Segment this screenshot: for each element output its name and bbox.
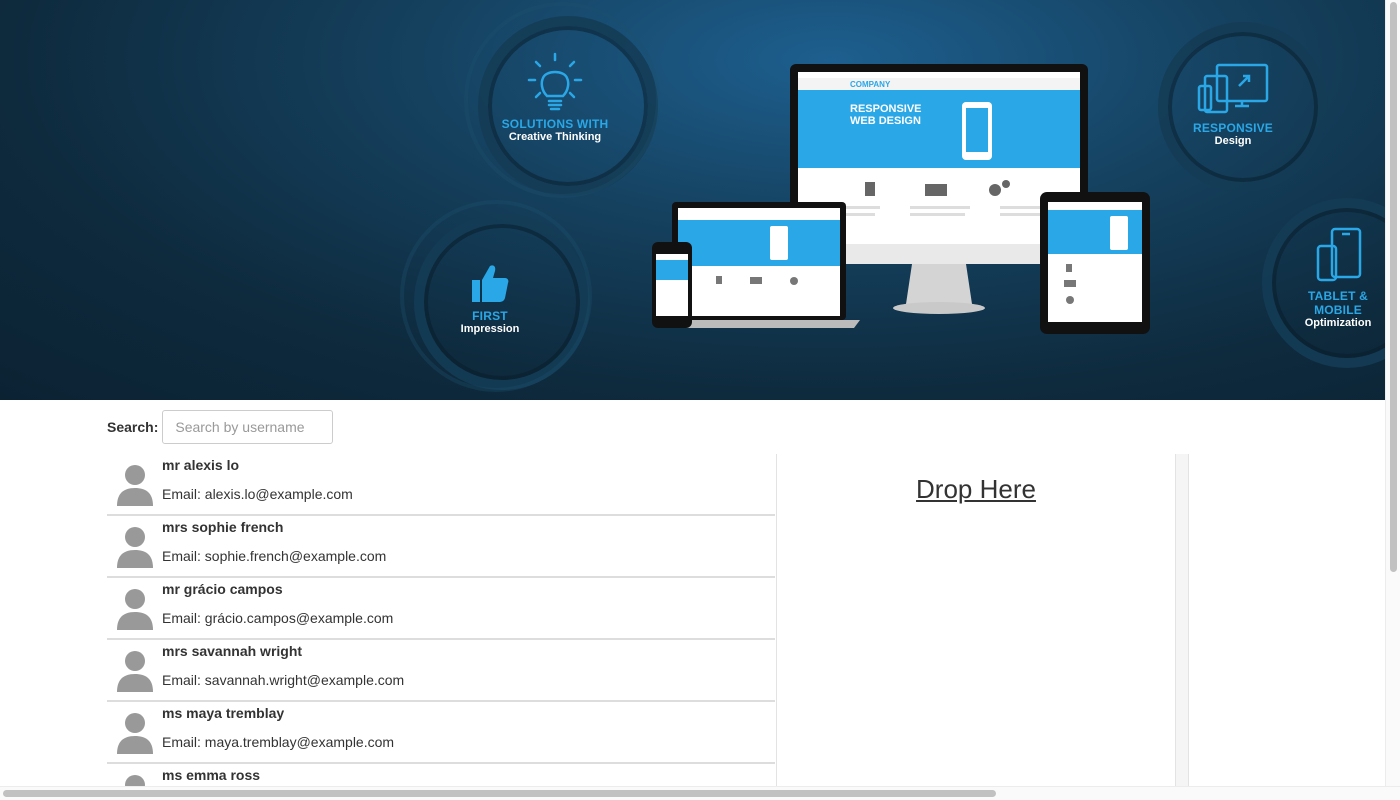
user-email: Email: sophie.french@example.com: [162, 548, 387, 564]
vertical-scrollbar-thumb[interactable]: [1390, 2, 1397, 572]
mockup-headline: WEB DESIGN: [850, 115, 921, 127]
user-email: Email: maya.tremblay@example.com: [162, 734, 395, 750]
feature-subtitle: Creative Thinking: [508, 131, 602, 143]
avatar: [117, 527, 153, 568]
list-item[interactable]: mrs sophie french Email: sophie.french@e…: [107, 516, 775, 578]
user-name: ms emma ross: [162, 767, 261, 783]
mockup-headline: RESPONSIVE: [850, 103, 922, 115]
avatar: [117, 651, 153, 692]
feature-title: TABLET & MOBILE: [1307, 289, 1369, 317]
feature-responsive-design: RESPONSIVE Design: [1183, 62, 1283, 147]
list-item[interactable]: mrs savannah wright Email: savannah.wrig…: [107, 640, 775, 702]
avatar: [117, 465, 153, 506]
feature-title: RESPONSIVE: [1192, 121, 1274, 135]
feature-title: SOLUTIONS WITH: [501, 117, 609, 131]
user-name: mrs sophie french: [162, 519, 284, 535]
avatar: [117, 589, 153, 630]
drop-zone-title: Drop Here: [916, 474, 1036, 504]
search-input[interactable]: [162, 410, 334, 444]
feature-subtitle: Impression: [460, 323, 520, 335]
hero-banner: SOLUTIONS WITH Creative Thinking FIRST I…: [0, 0, 1385, 400]
feature-subtitle: Design: [1214, 135, 1252, 147]
user-name: mr alexis lo: [162, 457, 240, 473]
list-item[interactable]: mr alexis lo Email: alexis.lo@example.co…: [107, 454, 775, 516]
lightbulb-icon: [527, 52, 583, 111]
feature-tablet-mobile: TABLET & MOBILE Optimization: [1288, 226, 1385, 329]
drop-zone[interactable]: Drop Here: [777, 454, 1175, 790]
list-item[interactable]: mr grácio campos Email: grácio.campos@ex…: [107, 578, 775, 640]
mockup-brand: COMPANY: [850, 80, 891, 89]
search-bar: Search:: [107, 410, 334, 444]
feature-subtitle: Optimization: [1304, 317, 1372, 329]
user-list: mr alexis lo Email: alexis.lo@example.co…: [107, 454, 775, 790]
user-email: Email: alexis.lo@example.com: [162, 486, 353, 502]
vertical-scrollbar[interactable]: [1385, 0, 1400, 786]
responsive-devices-icon: [1197, 63, 1269, 114]
user-name: mrs savannah wright: [162, 643, 303, 659]
feature-first-impression: FIRST Impression: [440, 262, 540, 335]
user-email: Email: savannah.wright@example.com: [162, 672, 405, 688]
user-email: Email: grácio.campos@example.com: [162, 610, 394, 626]
avatar: [117, 713, 153, 754]
user-name: mr grácio campos: [162, 581, 283, 597]
search-label: Search:: [107, 419, 159, 435]
user-name: ms maya tremblay: [162, 705, 285, 721]
list-item[interactable]: ms maya tremblay Email: maya.tremblay@ex…: [107, 702, 775, 764]
side-strip: [1175, 454, 1189, 790]
thumbs-up-icon: [472, 265, 509, 302]
feature-creative-thinking: SOLUTIONS WITH Creative Thinking: [495, 52, 615, 143]
horizontal-scrollbar[interactable]: [0, 786, 1400, 800]
horizontal-scrollbar-thumb[interactable]: [3, 790, 996, 797]
tablet-mobile-icon: [1316, 227, 1362, 282]
feature-title: FIRST: [472, 309, 508, 323]
devices-mockup-illustration: COMPANY RESPONSIVE WEB DESIGN: [652, 64, 1150, 334]
